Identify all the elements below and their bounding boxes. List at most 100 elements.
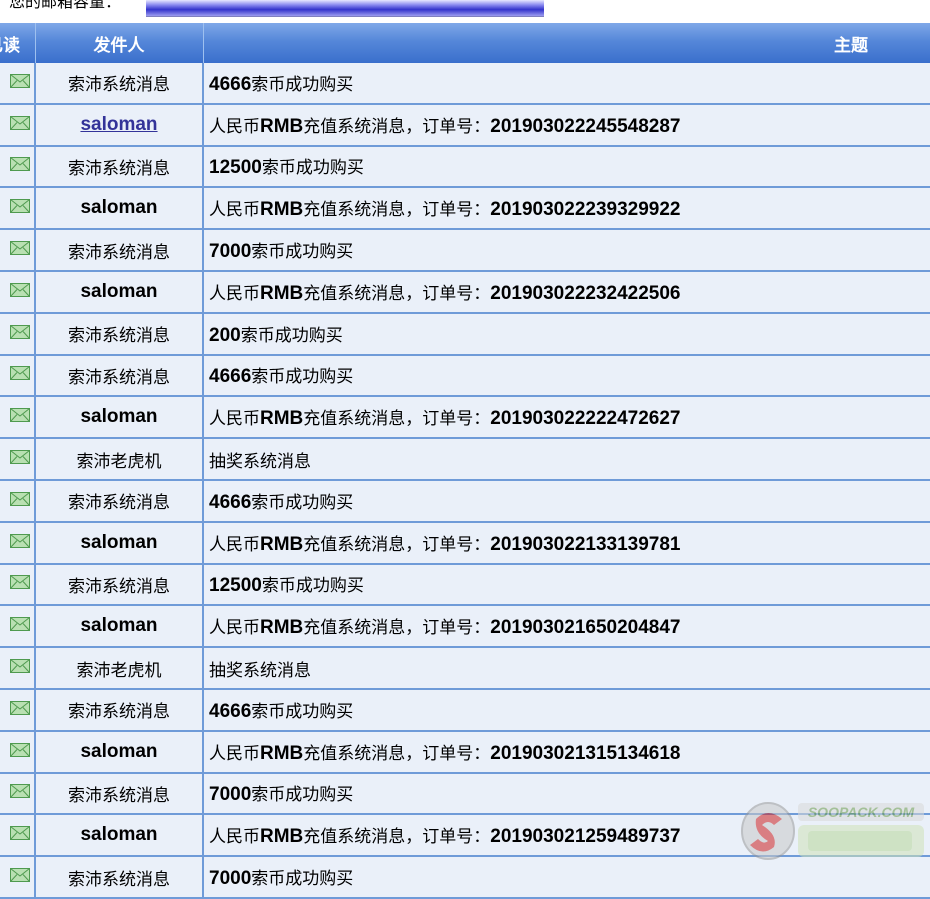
sender-name: 索沛老虎机 <box>76 451 162 472</box>
table-row[interactable]: saloman 人民币RMB充值系统消息，订单号：2019030222393299… <box>0 187 930 231</box>
envelope-read-icon <box>10 658 30 678</box>
subject-amount: 12500 <box>209 157 262 179</box>
subject-link[interactable]: 人民币RMB充值系统消息，订单号：201903022232422506 <box>209 283 681 304</box>
subject-cell[interactable]: 4666索币成功购买 <box>203 479 930 523</box>
sender-name: 索沛系统消息 <box>68 576 170 597</box>
sender-cell: 索沛老虎机 <box>35 647 204 690</box>
table-row[interactable]: saloman 人民币RMB充值系统消息，订单号：2019030221331397… <box>0 521 930 565</box>
subject-text: 人民币RMB充值系统消息，订单号：201903022245548287 <box>209 115 681 137</box>
subject-text: 索币成功购买 <box>251 242 354 263</box>
capacity-bar <box>146 0 544 17</box>
table-row[interactable]: 索沛系统消息 4666索币成功购买 <box>0 63 930 105</box>
subject-link[interactable]: 7000索币成功购买 <box>209 784 353 805</box>
subject-link[interactable]: 人民币RMB充值系统消息，订单号：201903022222472627 <box>209 408 681 429</box>
subject-cell[interactable]: 人民币RMB充值系统消息，订单号：201903022239329922 <box>203 187 930 231</box>
table-row[interactable]: saloman 人民币RMB充值系统消息，订单号：2019030222324225… <box>0 270 930 314</box>
subject-cell[interactable]: 人民币RMB充值系统消息，订单号：201903022222472627 <box>203 396 930 440</box>
subject-cell[interactable]: 人民币RMB充值系统消息，订单号：201903022133139781 <box>203 521 930 565</box>
soopack-logo-watermark-icon: SOOPACK.COM <box>741 802 924 860</box>
read-status-cell <box>0 521 36 565</box>
subject-cell[interactable]: 4666索币成功购买 <box>203 63 930 105</box>
subject-text: 索币成功购买 <box>251 701 354 722</box>
header-sender[interactable]: 发件人 <box>35 23 204 63</box>
read-status-cell <box>0 63 36 105</box>
subject-text: 人民币RMB充值系统消息，订单号：201903021650204847 <box>209 617 681 639</box>
sender-name: 索沛系统消息 <box>68 785 170 806</box>
subject-cell[interactable]: 抽奖系统消息 <box>203 438 930 481</box>
subject-cell[interactable]: 人民币RMB充值系统消息，订单号：201903021315134618 <box>203 730 930 774</box>
envelope-read-icon <box>10 616 30 636</box>
sender-name: 索沛系统消息 <box>68 242 170 263</box>
subject-link[interactable]: 人民币RMB充值系统消息，订单号：201903021650204847 <box>209 617 681 639</box>
subject-link[interactable]: 7000索币成功购买 <box>209 868 353 889</box>
table-row[interactable]: 索沛系统消息 4666索币成功购买 <box>0 479 930 523</box>
read-status-cell <box>0 312 36 356</box>
sender-cell: saloman <box>35 270 204 314</box>
subject-link[interactable]: 人民币RMB充值系统消息，订单号：201903022239329922 <box>209 199 681 220</box>
subject-cell[interactable]: 人民币RMB充值系统消息，订单号：201903022245548287 <box>203 103 930 147</box>
subject-link[interactable]: 人民币RMB充值系统消息，订单号：201903021259489737 <box>209 826 681 847</box>
sender-name: 索沛系统消息 <box>68 493 170 514</box>
sender-cell: saloman <box>35 396 204 440</box>
mail-rows: 索沛系统消息 4666索币成功购买 saloman 人民币RMB充值系统消息，订单号：… <box>0 63 930 899</box>
sender-name: 索沛系统消息 <box>68 326 170 347</box>
sender-cell: 索沛系统消息 <box>35 312 204 356</box>
table-row[interactable]: 索沛系统消息 12500索币成功购买 <box>0 563 930 607</box>
subject-link[interactable]: 抽奖系统消息 <box>209 661 311 681</box>
table-row[interactable]: 索沛老虎机 抽奖系统消息 <box>0 647 930 690</box>
subject-text: 抽奖系统消息 <box>209 660 311 681</box>
header-subject[interactable]: 主题 <box>203 23 930 63</box>
subject-link[interactable]: 4666索币成功购买 <box>209 366 354 388</box>
envelope-read-icon <box>10 574 30 594</box>
subject-text: 索币成功购买 <box>251 492 354 513</box>
subject-link[interactable]: 12500索币成功购买 <box>209 157 364 179</box>
subject-text: 人民币RMB充值系统消息，订单号：201903022133139781 <box>209 533 681 555</box>
subject-link[interactable]: 7000索币成功购买 <box>209 241 354 263</box>
table-row[interactable]: saloman 人民币RMB充值系统消息，订单号：2019030216502048… <box>0 605 930 649</box>
subject-text: 抽奖系统消息 <box>209 451 311 472</box>
header-read[interactable]: 已读 <box>0 23 36 63</box>
subject-link[interactable]: 12500索币成功购买 <box>209 575 364 596</box>
table-row[interactable]: saloman 人民币RMB充值系统消息，订单号：2019030222224726… <box>0 396 930 440</box>
subject-link[interactable]: 200索币成功购买 <box>209 325 343 346</box>
table-row[interactable]: 索沛系统消息 4666索币成功购买 <box>0 688 930 732</box>
sender-cell: saloman <box>35 730 204 774</box>
subject-cell[interactable]: 4666索币成功购买 <box>203 688 930 732</box>
subject-text: 索币成功购买 <box>251 367 354 388</box>
table-row[interactable]: saloman 人民币RMB充值系统消息，订单号：2019030213151346… <box>0 730 930 774</box>
read-status-cell <box>0 479 36 523</box>
envelope-read-icon <box>10 240 30 260</box>
subject-cell[interactable]: 4666索币成功购买 <box>203 354 930 398</box>
subject-cell[interactable]: 12500索币成功购买 <box>203 563 930 607</box>
subject-cell[interactable]: 人民币RMB充值系统消息，订单号：201903022232422506 <box>203 270 930 314</box>
mailbox-capacity: 您的邮箱容量： <box>0 0 930 22</box>
subject-cell[interactable]: 抽奖系统消息 <box>203 647 930 690</box>
table-header-row: 已读 发件人 主题 <box>0 23 930 63</box>
subject-text: 索币成功购买 <box>261 158 364 179</box>
subject-cell[interactable]: 200索币成功购买 <box>203 312 930 356</box>
sender-cell: 索沛系统消息 <box>35 563 204 607</box>
table-row[interactable]: 索沛系统消息 7000索币成功购买 <box>0 229 930 272</box>
subject-cell[interactable]: 7000索币成功购买 <box>203 229 930 272</box>
capacity-label: 您的邮箱容量： <box>9 0 122 11</box>
table-row[interactable]: 索沛系统消息 200索币成功购买 <box>0 312 930 356</box>
subject-link[interactable]: 抽奖系统消息 <box>209 452 311 472</box>
envelope-read-icon <box>10 156 30 176</box>
table-row[interactable]: 索沛老虎机 抽奖系统消息 <box>0 438 930 481</box>
table-row[interactable]: 索沛系统消息 12500索币成功购买 <box>0 145 930 189</box>
read-status-cell <box>0 730 36 774</box>
subject-cell[interactable]: 人民币RMB充值系统消息，订单号：201903021650204847 <box>203 605 930 649</box>
read-status-cell <box>0 229 36 272</box>
subject-link[interactable]: 人民币RMB充值系统消息，订单号：201903022133139781 <box>209 533 681 555</box>
read-status-cell <box>0 103 36 147</box>
subject-cell[interactable]: 12500索币成功购买 <box>203 145 930 189</box>
table-row[interactable]: 索沛系统消息 4666索币成功购买 <box>0 354 930 398</box>
subject-link[interactable]: 4666索币成功购买 <box>209 74 353 95</box>
table-row[interactable]: saloman 人民币RMB充值系统消息，订单号：2019030222455482… <box>0 103 930 147</box>
subject-link[interactable]: 人民币RMB充值系统消息，订单号：201903022245548287 <box>209 115 681 137</box>
read-status-cell <box>0 396 36 440</box>
subject-link[interactable]: 人民币RMB充值系统消息，订单号：201903021315134618 <box>209 743 681 764</box>
subject-link[interactable]: 4666索币成功购买 <box>209 492 354 513</box>
sender-link[interactable]: saloman <box>80 114 157 135</box>
subject-link[interactable]: 4666索币成功购买 <box>209 701 354 722</box>
